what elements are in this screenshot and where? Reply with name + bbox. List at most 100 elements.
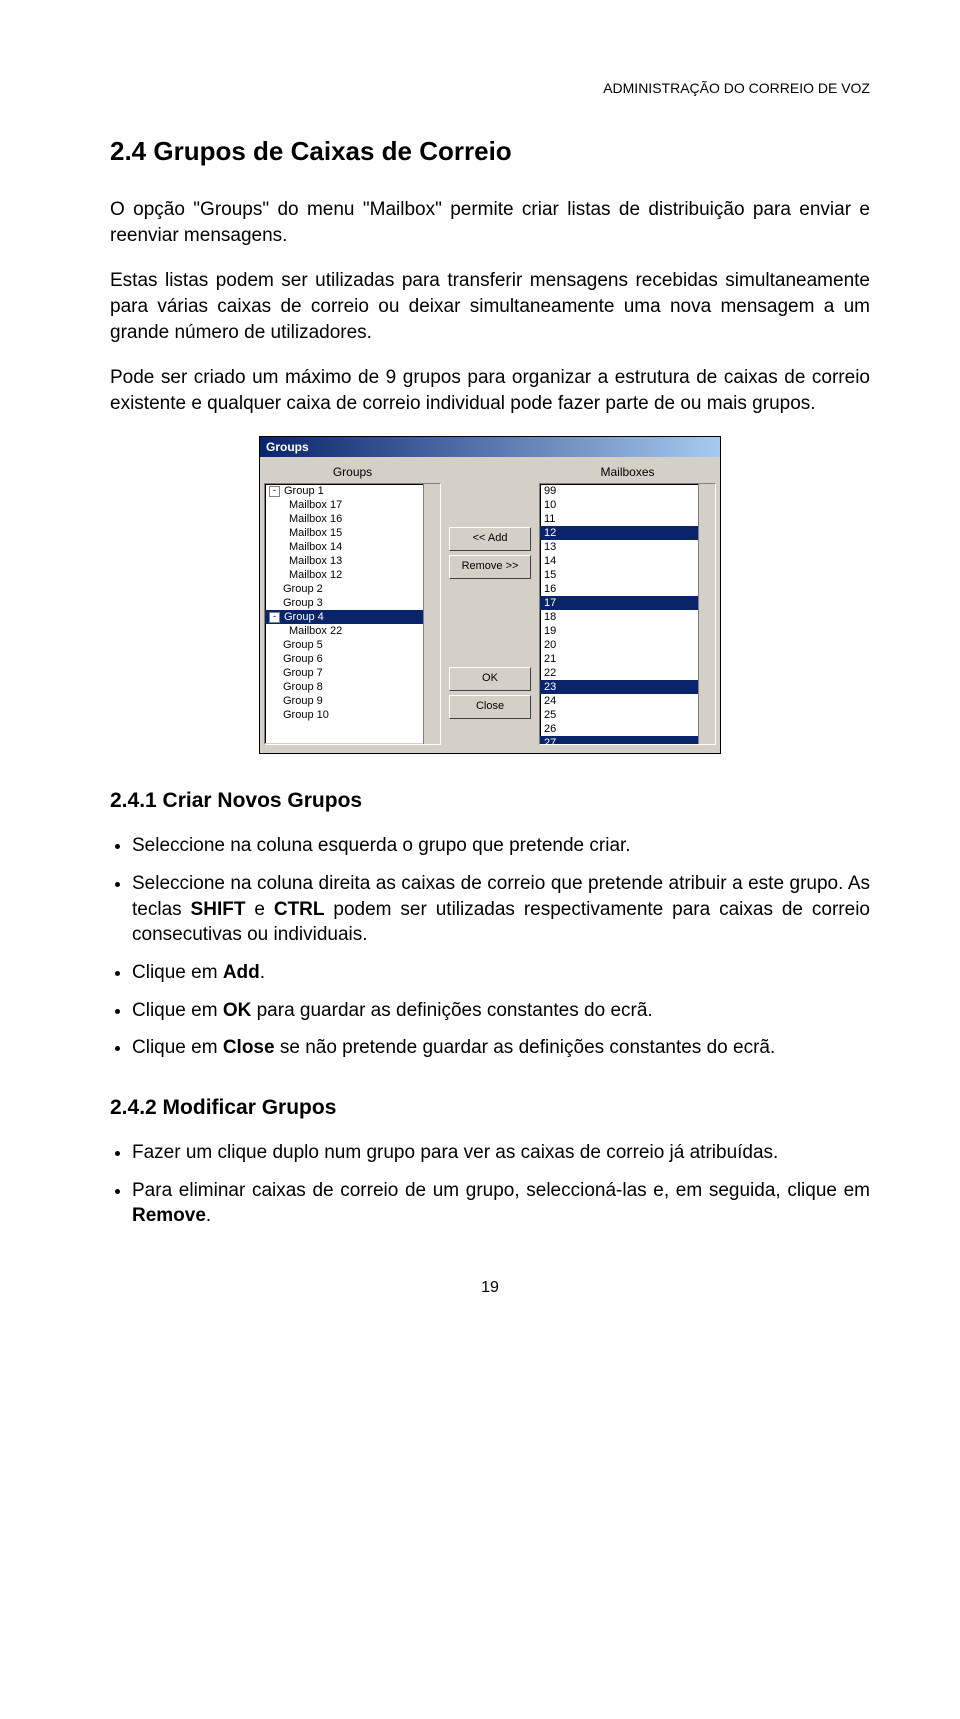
add-button[interactable]: << Add [449, 527, 531, 551]
mailbox-item[interactable]: 17 [540, 596, 715, 610]
scrollbar[interactable] [698, 484, 715, 744]
mailbox-item[interactable]: 27 [540, 736, 715, 745]
tree-item-label: Group 10 [283, 709, 329, 721]
section-title: 2.4 Grupos de Caixas de Correio [110, 136, 870, 167]
mailbox-item[interactable]: 24 [540, 694, 715, 708]
tree-item[interactable]: Group 10 [265, 708, 440, 722]
mailboxes-column: Mailboxes 991011121314151617181920212223… [539, 463, 716, 745]
tree-item[interactable]: Mailbox 22 [265, 624, 440, 638]
tree-item[interactable]: Group 9 [265, 694, 440, 708]
mailboxes-listbox[interactable]: 9910111213141516171819202122232425262728 [539, 483, 716, 745]
tree-item[interactable]: Mailbox 15 [265, 526, 440, 540]
mailbox-item[interactable]: 26 [540, 722, 715, 736]
groups-window: Groups Groups -Group 1Mailbox 17 Mailbox … [259, 436, 721, 754]
mailbox-item[interactable]: 99 [540, 484, 715, 498]
list-item: Seleccione na coluna direita as caixas d… [132, 871, 870, 948]
mailbox-item[interactable]: 19 [540, 624, 715, 638]
tree-expand-icon[interactable]: - [269, 612, 280, 623]
text: e [245, 899, 273, 920]
tree-item-label: Mailbox 17 [289, 499, 342, 511]
text: para guardar as definições constantes do… [251, 1000, 652, 1021]
tree-item[interactable]: -Group 1 [265, 484, 440, 498]
groups-column: Groups -Group 1Mailbox 17 Mailbox 16 Mailb… [264, 463, 441, 745]
mailboxes-column-header: Mailboxes [539, 463, 716, 483]
mailbox-item[interactable]: 25 [540, 708, 715, 722]
tree-item[interactable]: Group 6 [265, 652, 440, 666]
paragraph-intro: O opção "Groups" do menu "Mailbox" permi… [110, 197, 870, 248]
text: . [206, 1205, 211, 1226]
text: Para eliminar caixas de correio de um gr… [132, 1180, 870, 1201]
modify-steps-list: Fazer um clique duplo num grupo para ver… [110, 1140, 870, 1229]
list-item: Clique em Close se não pretende guardar … [132, 1035, 870, 1061]
text: Clique em [132, 1000, 223, 1021]
page-header-right: ADMINISTRAÇÃO DO CORREIO DE VOZ [110, 80, 870, 96]
embedded-screenshot: Groups Groups -Group 1Mailbox 17 Mailbox … [110, 436, 870, 754]
text-bold: CTRL [274, 899, 325, 920]
text-bold: Remove [132, 1205, 206, 1226]
mailbox-item[interactable]: 18 [540, 610, 715, 624]
list-item: Seleccione na coluna esquerda o grupo qu… [132, 833, 870, 859]
tree-item-label: Mailbox 13 [289, 555, 342, 567]
tree-item-label: Group 7 [283, 667, 323, 679]
tree-item[interactable]: Mailbox 17 [265, 498, 440, 512]
paragraph-limits: Pode ser criado um máximo de 9 grupos pa… [110, 365, 870, 416]
mailbox-item[interactable]: 23 [540, 680, 715, 694]
tree-expand-icon[interactable]: - [269, 486, 280, 497]
window-titlebar: Groups [260, 437, 720, 457]
create-steps-list: Seleccione na coluna esquerda o grupo qu… [110, 833, 870, 1060]
mailbox-item[interactable]: 20 [540, 638, 715, 652]
groups-column-header: Groups [264, 463, 441, 483]
tree-item[interactable]: Mailbox 14 [265, 540, 440, 554]
text-bold: OK [223, 1000, 252, 1021]
tree-item-label: Group 5 [283, 639, 323, 651]
text-bold: Add [223, 962, 260, 983]
mailbox-item[interactable]: 12 [540, 526, 715, 540]
tree-item-label: Mailbox 12 [289, 569, 342, 581]
scrollbar[interactable] [423, 484, 440, 744]
text: Clique em [132, 1037, 223, 1058]
close-button[interactable]: Close [449, 695, 531, 719]
tree-item-label: Group 8 [283, 681, 323, 693]
mailbox-item[interactable]: 21 [540, 652, 715, 666]
text: . [260, 962, 265, 983]
tree-item-label: Group 9 [283, 695, 323, 707]
tree-item[interactable]: Mailbox 16 [265, 512, 440, 526]
tree-item[interactable]: -Group 4 [265, 610, 440, 624]
tree-item-label: Group 2 [283, 583, 323, 595]
list-item: Clique em OK para guardar as definições … [132, 998, 870, 1024]
text: se não pretende guardar as definições co… [275, 1037, 776, 1058]
tree-item[interactable]: Mailbox 13 [265, 554, 440, 568]
list-item: Clique em Add. [132, 960, 870, 986]
tree-item-label: Group 6 [283, 653, 323, 665]
list-item: Fazer um clique duplo num grupo para ver… [132, 1140, 870, 1166]
paragraph-usage: Estas listas podem ser utilizadas para t… [110, 268, 870, 345]
tree-item-label: Mailbox 16 [289, 513, 342, 525]
text-bold: SHIFT [191, 899, 246, 920]
tree-item[interactable]: Group 3 [265, 596, 440, 610]
middle-button-column: << Add Remove >> OK Close [445, 463, 535, 745]
mailbox-item[interactable]: 11 [540, 512, 715, 526]
mailbox-item[interactable]: 16 [540, 582, 715, 596]
list-item: Para eliminar caixas de correio de um gr… [132, 1178, 870, 1229]
tree-item-label: Group 3 [283, 597, 323, 609]
text: Clique em [132, 962, 223, 983]
tree-item-label: Mailbox 14 [289, 541, 342, 553]
tree-item[interactable]: Group 2 [265, 582, 440, 596]
subsection-modify-title: 2.4.2 Modificar Grupos [110, 1096, 870, 1120]
groups-tree-listbox[interactable]: -Group 1Mailbox 17 Mailbox 16 Mailbox 15 Ma… [264, 483, 441, 745]
mailbox-item[interactable]: 13 [540, 540, 715, 554]
remove-button[interactable]: Remove >> [449, 555, 531, 579]
text-bold: Close [223, 1037, 275, 1058]
mailbox-item[interactable]: 14 [540, 554, 715, 568]
mailbox-item[interactable]: 22 [540, 666, 715, 680]
tree-item[interactable]: Group 8 [265, 680, 440, 694]
ok-button[interactable]: OK [449, 667, 531, 691]
tree-item-label: Mailbox 15 [289, 527, 342, 539]
tree-item-label: Mailbox 22 [289, 625, 342, 637]
mailbox-item[interactable]: 10 [540, 498, 715, 512]
page-number: 19 [110, 1279, 870, 1297]
tree-item[interactable]: Group 5 [265, 638, 440, 652]
tree-item[interactable]: Mailbox 12 [265, 568, 440, 582]
mailbox-item[interactable]: 15 [540, 568, 715, 582]
tree-item[interactable]: Group 7 [265, 666, 440, 680]
